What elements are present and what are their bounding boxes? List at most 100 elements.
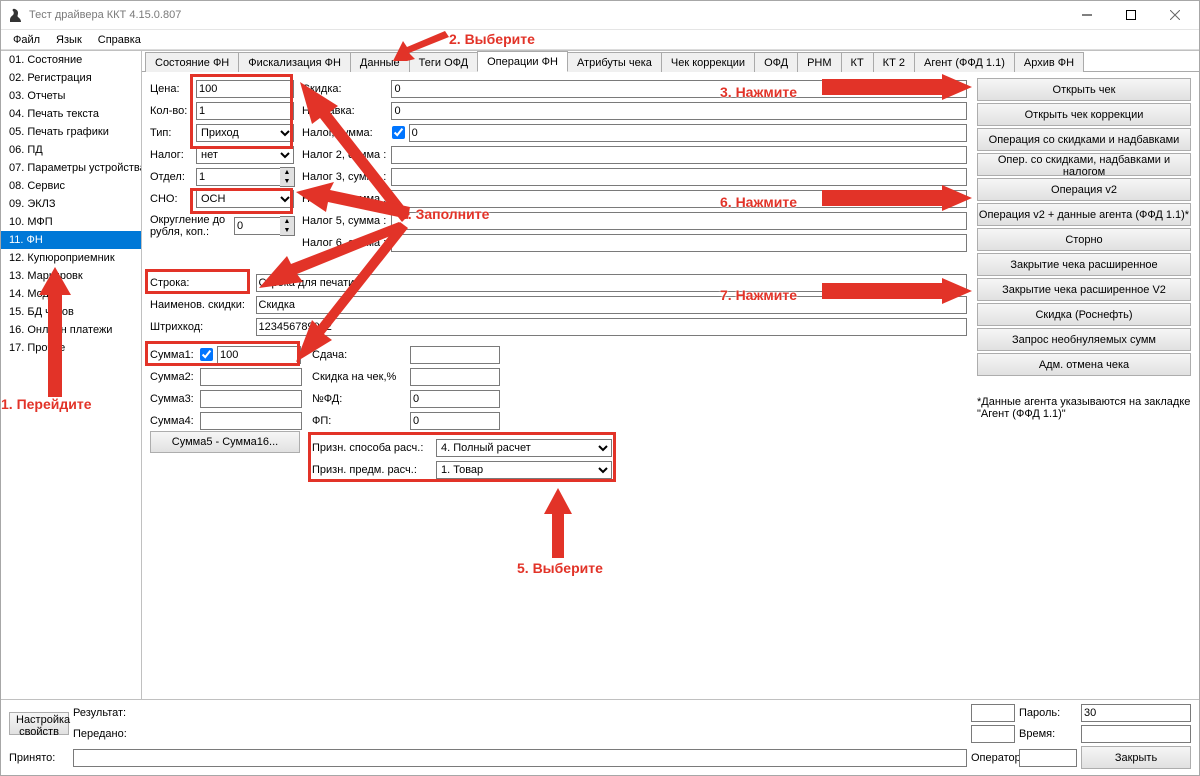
sidebar-item[interactable]: 07. Параметры устройства bbox=[1, 159, 141, 177]
action-button[interactable]: Скидка (Роснефть) bbox=[977, 303, 1191, 326]
menubar: Файл Язык Справка bbox=[1, 30, 1199, 50]
tax6-input[interactable] bbox=[391, 234, 967, 252]
action-button[interactable]: Опер. со скидками, надбавками и налогом bbox=[977, 153, 1191, 176]
change-label: Сдача: bbox=[312, 349, 410, 361]
tab[interactable]: Фискализация ФН bbox=[238, 52, 351, 72]
buttons-column: Открыть чекОткрыть чек коррекцииОперация… bbox=[977, 78, 1191, 378]
action-button[interactable]: Адм. отмена чека bbox=[977, 353, 1191, 376]
tab[interactable]: Чек коррекции bbox=[661, 52, 755, 72]
tab[interactable]: Теги ОФД bbox=[409, 52, 478, 72]
maximize-button[interactable] bbox=[1109, 1, 1153, 29]
tab[interactable]: Состояние ФН bbox=[145, 52, 239, 72]
fdnum-input[interactable] bbox=[410, 390, 500, 408]
round-input[interactable] bbox=[234, 217, 280, 235]
sidebar-item[interactable]: 01. Состояние bbox=[1, 51, 141, 69]
settings-button[interactable]: Настройка свойств bbox=[9, 712, 69, 735]
close-button[interactable] bbox=[1153, 1, 1197, 29]
tab[interactable]: ОФД bbox=[754, 52, 798, 72]
action-button[interactable]: Открыть чек коррекции bbox=[977, 103, 1191, 126]
menu-file[interactable]: Файл bbox=[5, 33, 48, 47]
sidebar-item[interactable]: 13. Маркировк bbox=[1, 267, 141, 285]
tab[interactable]: Операции ФН bbox=[477, 51, 568, 72]
tab[interactable]: КТ bbox=[841, 52, 874, 72]
sidebar-item[interactable]: 03. Отчеты bbox=[1, 87, 141, 105]
action-button[interactable]: Закрытие чека расширенное V2 bbox=[977, 278, 1191, 301]
sent-input[interactable] bbox=[971, 725, 1015, 743]
sidebar-item[interactable]: 14. Модем bbox=[1, 285, 141, 303]
qty-input[interactable] bbox=[196, 102, 294, 120]
tab[interactable]: РНМ bbox=[797, 52, 841, 72]
action-button[interactable]: Сторно bbox=[977, 228, 1191, 251]
sidebar-item[interactable]: 09. ЭКЛЗ bbox=[1, 195, 141, 213]
sum1-label: Сумма1: bbox=[150, 349, 200, 361]
tax3-input[interactable] bbox=[391, 168, 967, 186]
tab[interactable]: Агент (ФФД 1.1) bbox=[914, 52, 1015, 72]
action-button[interactable]: Операция v2 bbox=[977, 178, 1191, 201]
stroka-input[interactable] bbox=[256, 274, 968, 292]
stroka-label: Строка: bbox=[150, 277, 256, 289]
menu-lang[interactable]: Язык bbox=[48, 33, 90, 47]
menu-help[interactable]: Справка bbox=[90, 33, 149, 47]
sidebar-item[interactable]: 11. ФН bbox=[1, 231, 141, 249]
sno-select[interactable]: ОСН bbox=[196, 190, 294, 208]
action-button[interactable]: Операция v2 + данные агента (ФФД 1.1)* bbox=[977, 203, 1191, 226]
pass-label: Пароль: bbox=[1019, 707, 1077, 719]
sum2-label: Сумма2: bbox=[150, 371, 200, 383]
oper-input[interactable] bbox=[1019, 749, 1077, 767]
fp-input[interactable] bbox=[410, 412, 500, 430]
barcode-input[interactable] bbox=[256, 318, 968, 336]
sum1-input[interactable] bbox=[217, 346, 301, 364]
namedisc-input[interactable] bbox=[256, 296, 968, 314]
discchk-input[interactable] bbox=[410, 368, 500, 386]
sidebar-item[interactable]: 04. Печать текста bbox=[1, 105, 141, 123]
dept-spinner[interactable]: ▲▼ bbox=[280, 167, 295, 187]
titlebar: Тест драйвера ККТ 4.15.0.807 bbox=[1, 1, 1199, 30]
sum4-input[interactable] bbox=[200, 412, 302, 430]
taxsum-input[interactable] bbox=[409, 124, 967, 142]
dept-input[interactable] bbox=[196, 168, 280, 186]
tab[interactable]: Архив ФН bbox=[1014, 52, 1084, 72]
time-input[interactable] bbox=[1081, 725, 1191, 743]
result-input[interactable] bbox=[971, 704, 1015, 722]
taxsum-check[interactable] bbox=[392, 126, 405, 139]
tab[interactable]: Данные bbox=[350, 52, 410, 72]
recv-input[interactable] bbox=[73, 749, 967, 767]
price-input[interactable] bbox=[196, 80, 294, 98]
sum3-input[interactable] bbox=[200, 390, 302, 408]
tab[interactable]: Атрибуты чека bbox=[567, 52, 662, 72]
form-area: Цена: Кол-во: Тип:Приход Налог:нет Отдел… bbox=[142, 72, 1199, 699]
tax3-label: Налог 3, сумма : bbox=[302, 171, 391, 183]
sidebar-item[interactable]: 05. Печать графики bbox=[1, 123, 141, 141]
change-input[interactable] bbox=[410, 346, 500, 364]
sum1-check[interactable] bbox=[200, 348, 213, 361]
sidebar-item[interactable]: 08. Сервис bbox=[1, 177, 141, 195]
tax-select[interactable]: нет bbox=[196, 146, 294, 164]
action-button[interactable]: Закрытие чека расширенное bbox=[977, 253, 1191, 276]
sidebar-item[interactable]: 17. Прочее bbox=[1, 339, 141, 357]
action-button[interactable]: Запрос необнуляемых сумм bbox=[977, 328, 1191, 351]
tab[interactable]: КТ 2 bbox=[873, 52, 915, 72]
sidebar-item[interactable]: 06. ПД bbox=[1, 141, 141, 159]
pass-input[interactable] bbox=[1081, 704, 1191, 722]
sidebar-item[interactable]: 10. МФП bbox=[1, 213, 141, 231]
minimize-button[interactable] bbox=[1065, 1, 1109, 29]
round-spinner[interactable]: ▲▼ bbox=[280, 216, 295, 236]
tax4-input[interactable] bbox=[391, 190, 967, 208]
tax5-input[interactable] bbox=[391, 212, 967, 230]
action-button[interactable]: Операция со скидками и надбавками bbox=[977, 128, 1191, 151]
subj-select[interactable]: 1. Товар bbox=[436, 461, 612, 479]
sidebar-item[interactable]: 15. БД чеков bbox=[1, 303, 141, 321]
sidebar-item[interactable]: 16. Онлайн платежи bbox=[1, 321, 141, 339]
disc-input[interactable] bbox=[391, 80, 967, 98]
pay-select[interactable]: 4. Полный расчет bbox=[436, 439, 612, 457]
tax2-input[interactable] bbox=[391, 146, 967, 164]
sidebar-item[interactable]: 12. Купюроприемник bbox=[1, 249, 141, 267]
surch-input[interactable] bbox=[391, 102, 967, 120]
action-button[interactable]: Открыть чек bbox=[977, 78, 1191, 101]
sum2-input[interactable] bbox=[200, 368, 302, 386]
type-select[interactable]: Приход bbox=[196, 124, 294, 142]
sum4-label: Сумма4: bbox=[150, 415, 200, 427]
close-app-button[interactable]: Закрыть bbox=[1081, 746, 1191, 769]
sum-more-button[interactable]: Сумма5 - Сумма16... bbox=[150, 431, 300, 453]
sidebar-item[interactable]: 02. Регистрация bbox=[1, 69, 141, 87]
